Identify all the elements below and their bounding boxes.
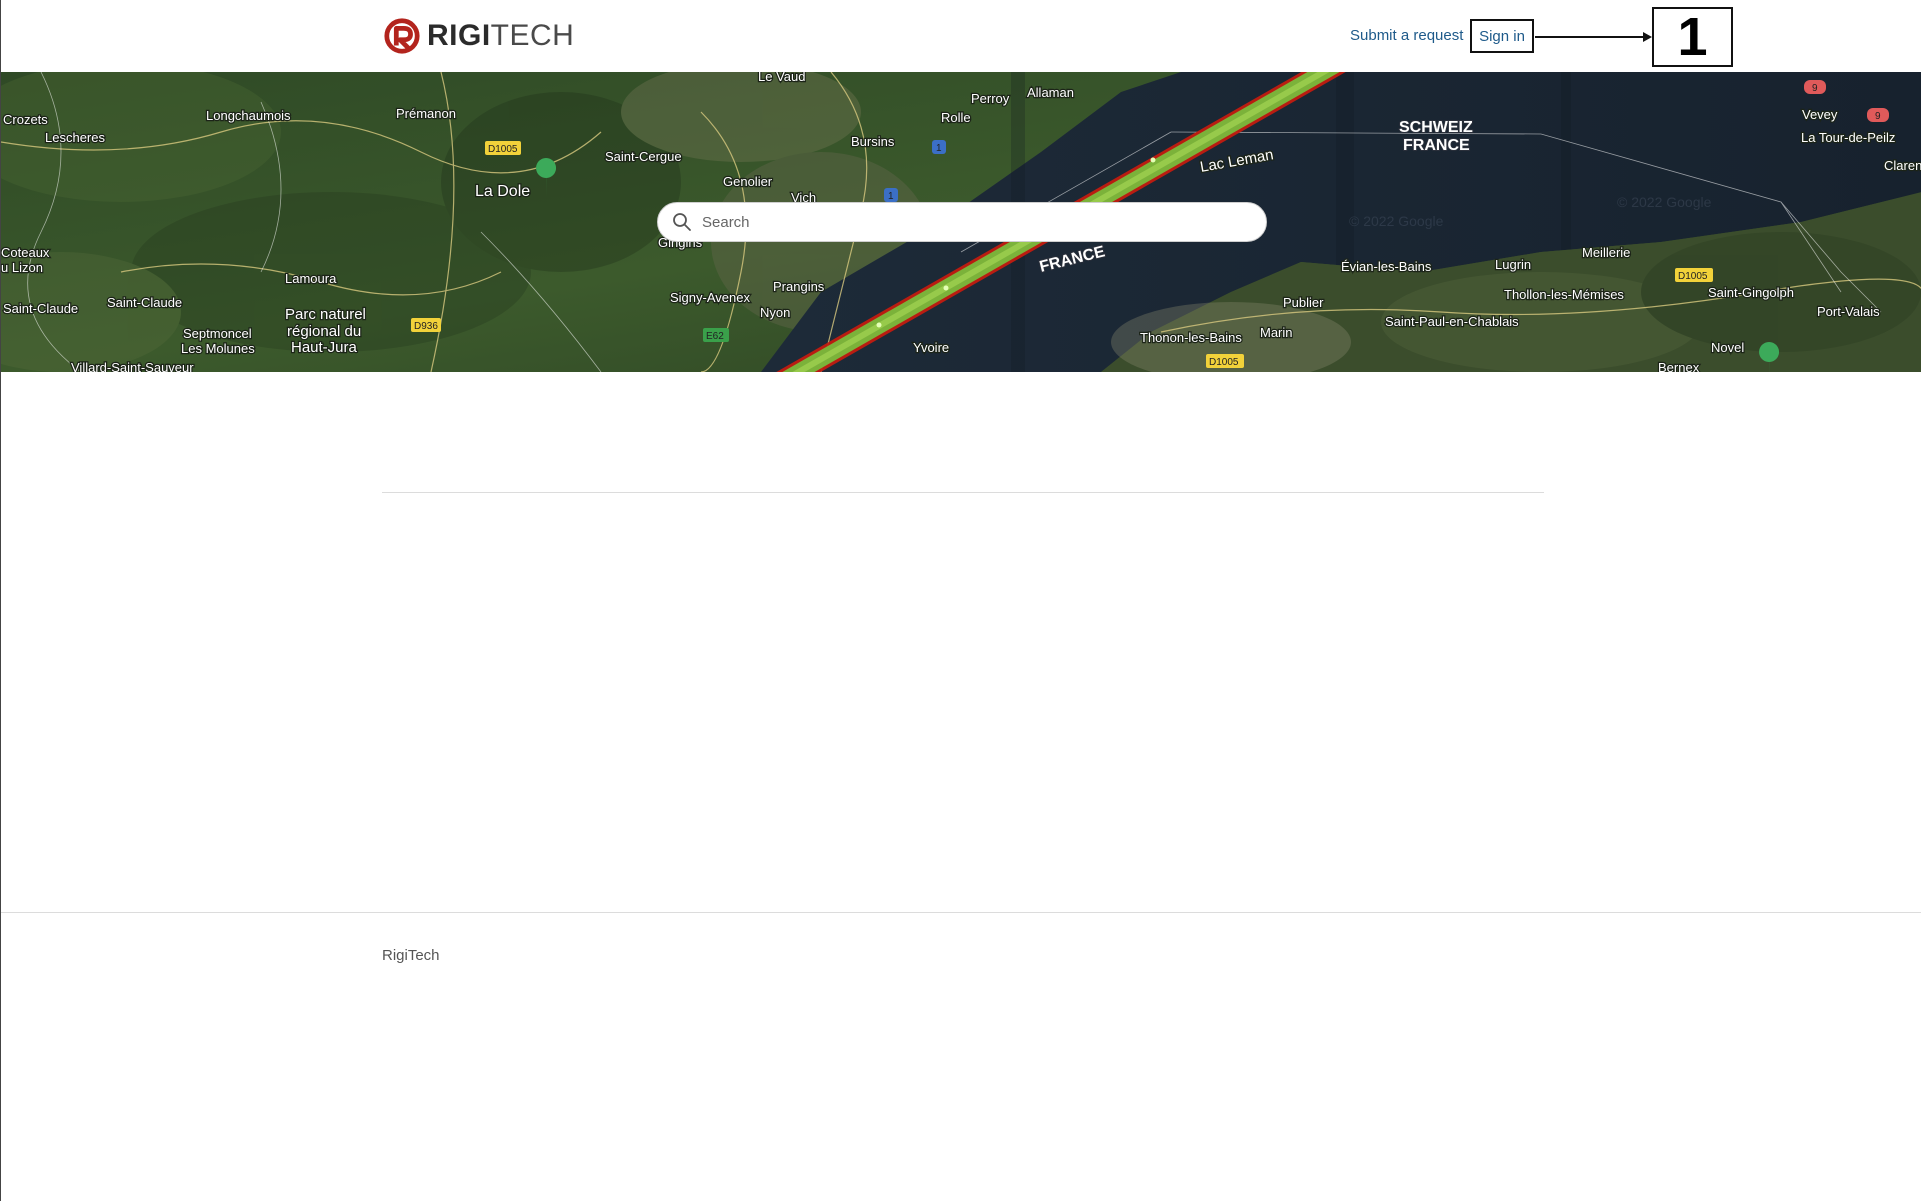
map-label: Prémanon bbox=[396, 106, 456, 121]
map-label: Saint-Paul-en-Chablais bbox=[1385, 314, 1519, 329]
map-label: Longchaumois bbox=[206, 108, 291, 123]
map-label: Lescheres bbox=[45, 130, 105, 145]
map-label: Yvoire bbox=[913, 340, 949, 355]
map-label: Saint-Claude bbox=[107, 295, 182, 310]
road-badge: 9 bbox=[1875, 111, 1881, 122]
hero-banner: D1005 D936 E62 D1005 D1005 1 1 9 9 Le Va… bbox=[1, 72, 1921, 372]
road-badge: D1005 bbox=[1209, 357, 1239, 368]
road-badge: 9 bbox=[1812, 83, 1818, 94]
map-label: Perroy bbox=[971, 91, 1010, 106]
map-label: Prangins bbox=[773, 279, 825, 294]
site-footer: RigiTech bbox=[1, 912, 1921, 1201]
map-label: FRANCE bbox=[1403, 137, 1470, 154]
map-label: Saint-Claude bbox=[3, 301, 78, 316]
map-label: u Lizon bbox=[1, 260, 43, 275]
submit-request-link[interactable]: Submit a request bbox=[1350, 27, 1463, 44]
map-label: Publier bbox=[1283, 295, 1324, 310]
map-label: Thollon-les-Mémises bbox=[1504, 287, 1624, 302]
map-label: Meillerie bbox=[1582, 245, 1630, 260]
road-badge: D1005 bbox=[488, 144, 518, 155]
map-label: Le Vaud bbox=[758, 72, 805, 84]
map-label: Vevey bbox=[1802, 107, 1838, 122]
search-icon bbox=[673, 213, 691, 231]
logo-wordmark-bold: RIGI bbox=[427, 19, 491, 52]
search-bar[interactable] bbox=[657, 202, 1267, 242]
map-label: Port-Valais bbox=[1817, 304, 1880, 319]
map-label: Bursins bbox=[851, 134, 895, 149]
map-label: Coteaux bbox=[1, 245, 50, 260]
map-label: Signy-Avenex bbox=[670, 290, 750, 305]
map-label: Évian-les-Bains bbox=[1341, 259, 1432, 274]
logo-wordmark: RIGITECH bbox=[427, 21, 574, 51]
rigitech-logo[interactable]: RIGITECH bbox=[383, 16, 574, 56]
map-label: Clarens bbox=[1884, 158, 1921, 173]
map-label: Villard-Saint-Sauveur bbox=[71, 360, 194, 372]
map-attribution: © 2022 Google bbox=[1349, 213, 1444, 229]
annotation-arrow bbox=[1535, 32, 1652, 42]
rigitech-logo-icon bbox=[384, 18, 420, 54]
map-label: Allaman bbox=[1027, 85, 1074, 100]
map-label: Rolle bbox=[941, 110, 971, 125]
map-label: Les Molunes bbox=[181, 341, 255, 356]
map-label: Lugrin bbox=[1495, 257, 1531, 272]
road-badge: 1 bbox=[936, 143, 942, 154]
annotation-marker: 1 bbox=[1652, 7, 1733, 67]
page: RIGITECH Submit a request Sign in 1 D100… bbox=[0, 0, 1921, 1201]
map-attribution: © 2022 Google bbox=[1617, 194, 1712, 210]
footer-brand: RigiTech bbox=[382, 947, 440, 964]
site-header: RIGITECH Submit a request Sign in 1 bbox=[1, 0, 1921, 72]
map-label: La Tour-de-Peilz bbox=[1801, 130, 1895, 145]
road-badge: E62 bbox=[706, 331, 724, 342]
map-label: Genolier bbox=[723, 174, 773, 189]
map-label: régional du bbox=[287, 323, 361, 340]
map-label: Marin bbox=[1260, 325, 1293, 340]
map-label: SCHWEIZ bbox=[1399, 119, 1473, 136]
search-input[interactable] bbox=[702, 213, 1266, 231]
map-label: Saint-Cergue bbox=[605, 149, 682, 164]
sign-in-button[interactable]: Sign in bbox=[1470, 19, 1534, 53]
road-badge: D936 bbox=[414, 321, 438, 332]
map-label: Crozets bbox=[3, 112, 48, 127]
road-badge: 1 bbox=[888, 191, 894, 202]
map-label: Bernex bbox=[1658, 360, 1700, 372]
map-label: Nyon bbox=[760, 305, 790, 320]
map-label: Parc naturel bbox=[285, 306, 366, 323]
map-label: Septmoncel bbox=[183, 326, 252, 341]
content-divider bbox=[382, 492, 1544, 493]
map-label: Haut-Jura bbox=[291, 339, 358, 356]
logo-wordmark-light: TECH bbox=[490, 19, 575, 52]
map-label: Novel bbox=[1711, 340, 1744, 355]
map-label: Lamoura bbox=[285, 271, 337, 286]
road-badge: D1005 bbox=[1678, 271, 1708, 282]
map-label: La Dole bbox=[475, 183, 530, 200]
map-label: Saint-Gingolph bbox=[1708, 285, 1794, 300]
map-label: Thonon-les-Bains bbox=[1140, 330, 1242, 345]
